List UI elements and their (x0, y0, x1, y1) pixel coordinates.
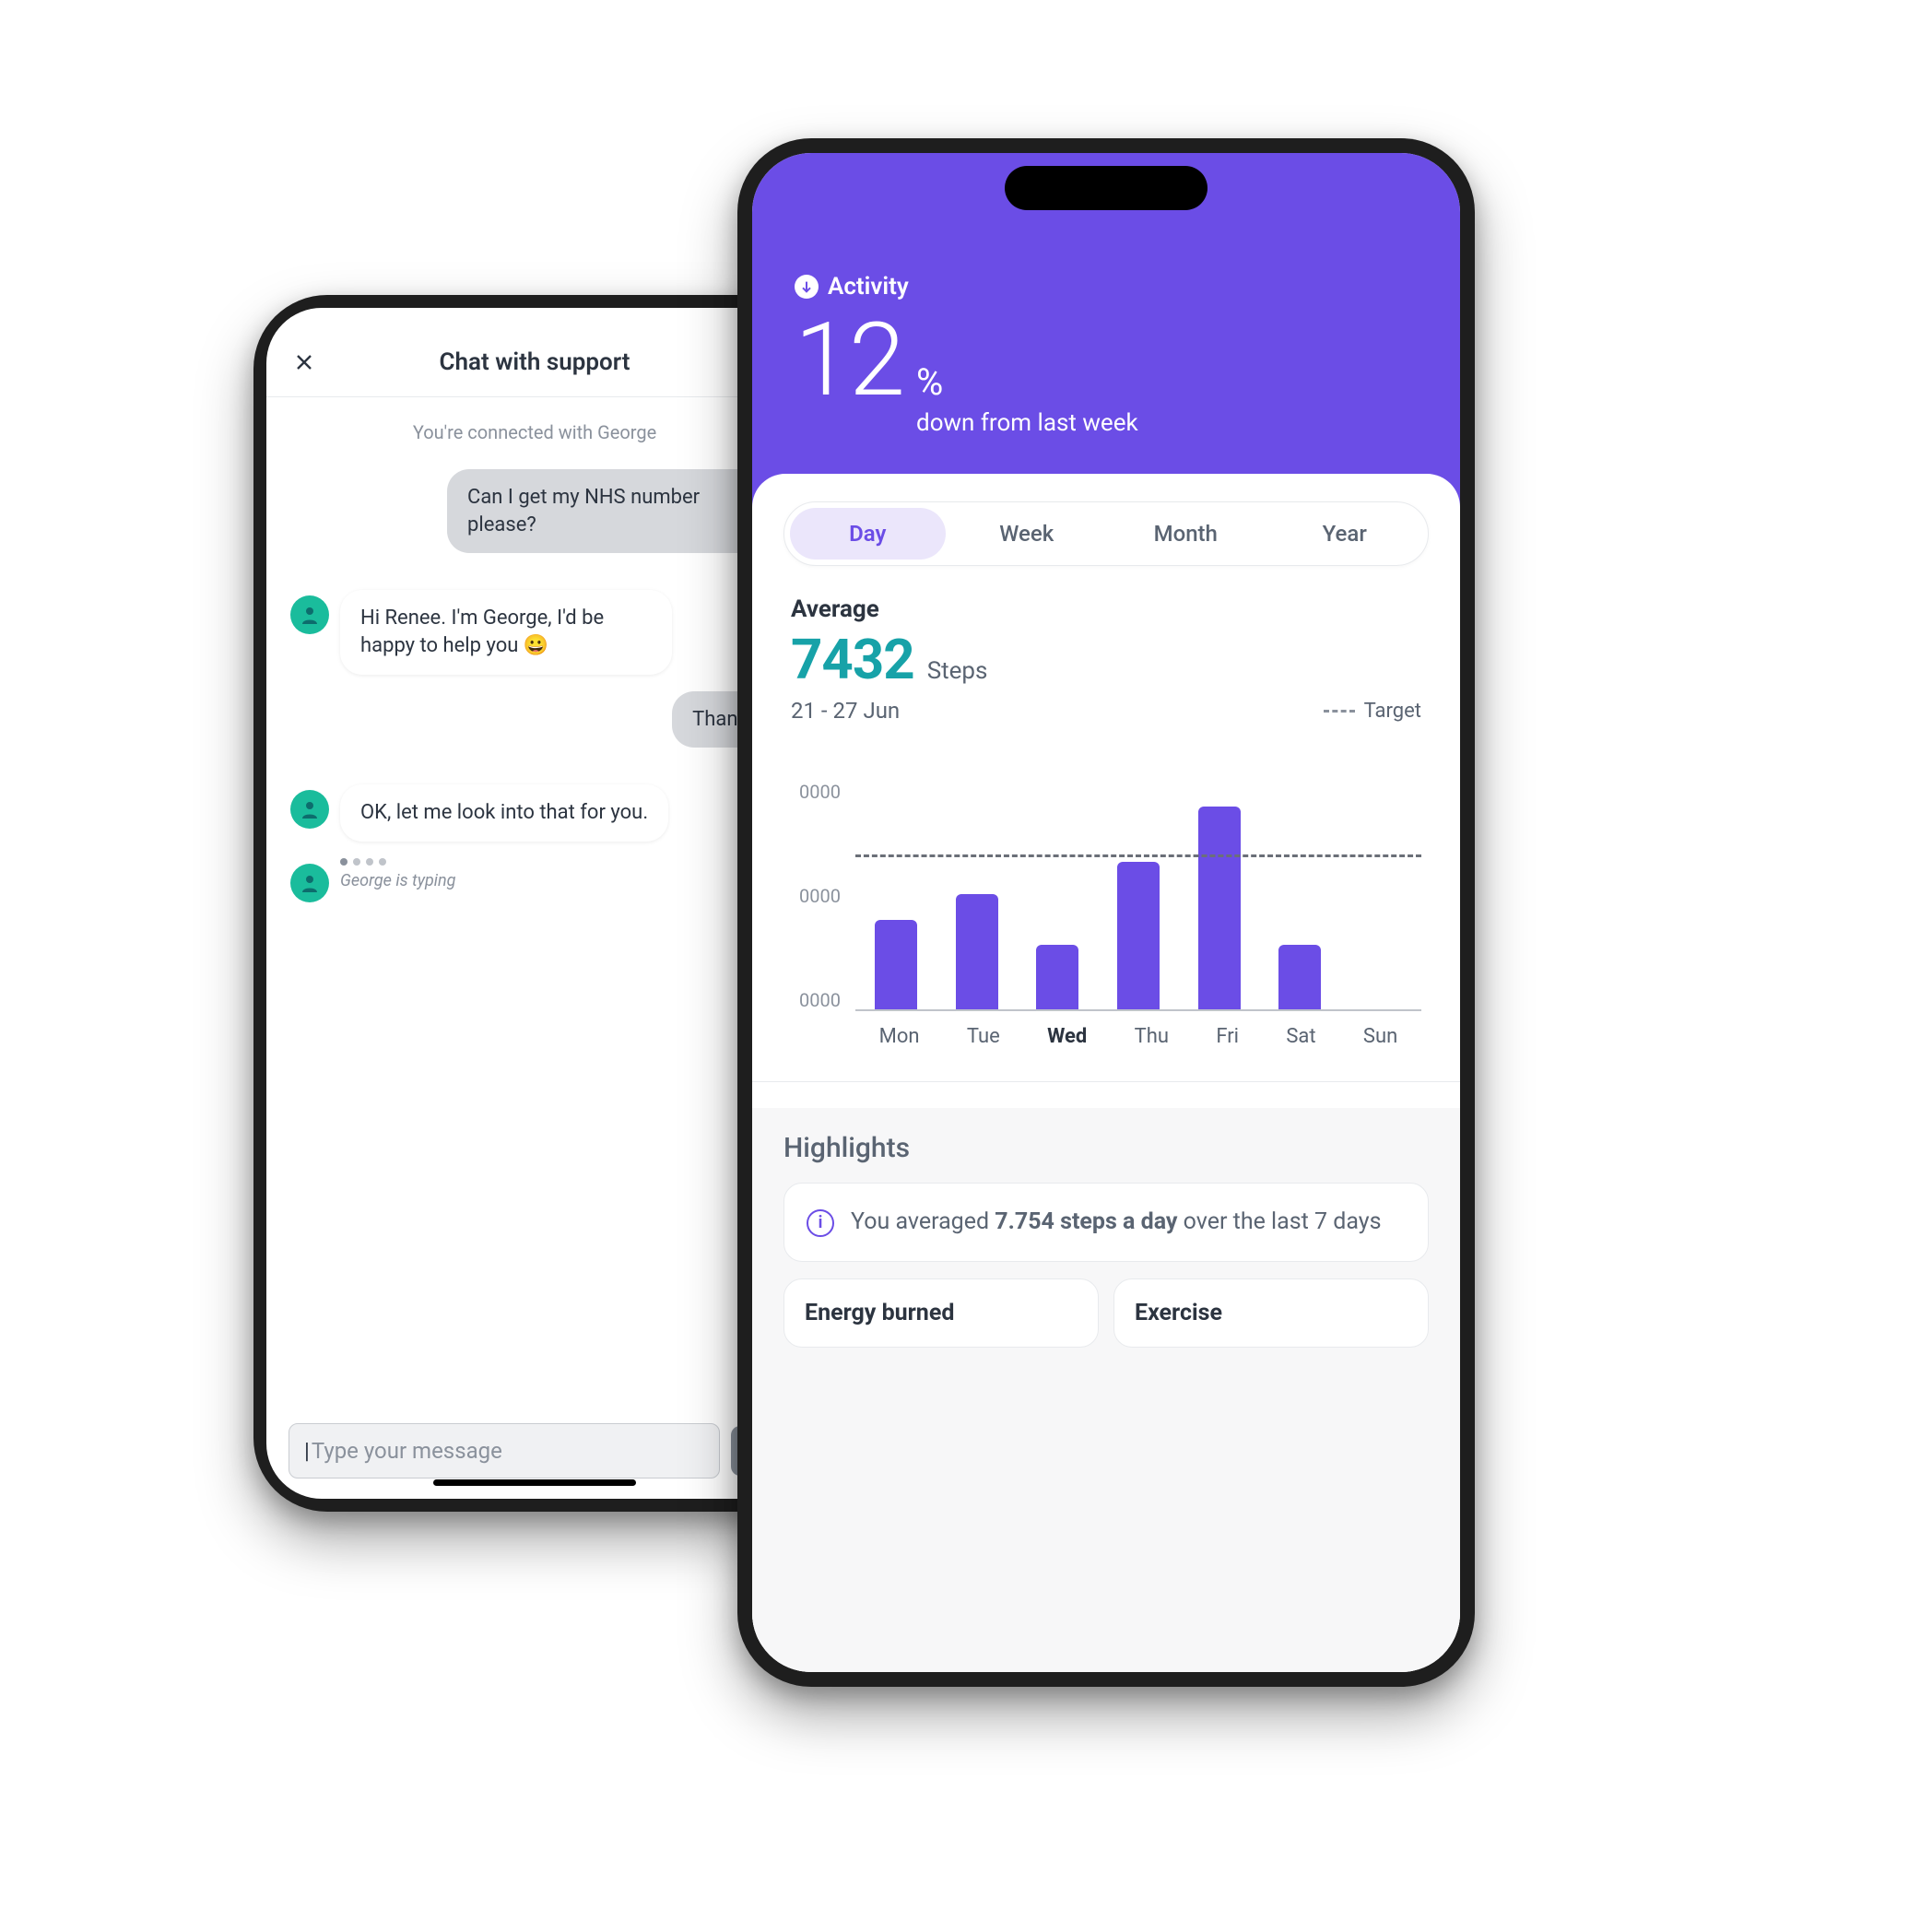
target-legend: Target (1324, 700, 1421, 723)
hero-percent-value: 12 (795, 310, 903, 411)
chart-x-label: Sun (1363, 1025, 1397, 1048)
chat-title: Chat with support (318, 348, 751, 376)
message-out: Can I get my NHS number please? (290, 469, 779, 573)
message-out: Thanks (290, 691, 779, 769)
steps-bar-chart: 0000 0000 0000 Mon Tue Wed Thu Fri Sat Sun (791, 781, 1421, 1048)
target-legend-label: Target (1364, 700, 1421, 723)
typing-dots-icon (340, 858, 456, 866)
agent-avatar (290, 790, 329, 829)
chart-bar (1198, 807, 1241, 1009)
chart-x-label: Tue (967, 1025, 1000, 1048)
message-bubble: Can I get my NHS number please? (447, 469, 779, 553)
chart-x-label: Wed (1047, 1025, 1087, 1048)
chart-bar (1117, 862, 1160, 1009)
message-input[interactable]: |Type your message (289, 1423, 720, 1478)
close-icon[interactable] (290, 348, 318, 376)
chart-bar (875, 920, 917, 1009)
typing-label: George is typing (340, 871, 456, 890)
date-range: 21 - 27 Jun (791, 698, 900, 724)
highlight-text: You averaged 7.754 steps a day over the … (851, 1206, 1382, 1239)
phone-chat: Chat with support You're connected with … (253, 295, 816, 1512)
chart-y-label: 0000 (791, 989, 841, 1011)
message-bubble: OK, let me look into that for you. (340, 784, 668, 842)
tab-week[interactable]: Week (949, 508, 1105, 560)
tab-day[interactable]: Day (790, 508, 946, 560)
trend-down-icon (795, 275, 819, 299)
message-in: OK, let me look into that for you. (290, 784, 779, 842)
hero-label: Activity (828, 273, 909, 300)
highlight-card: i You averaged 7.754 steps a day over th… (783, 1183, 1429, 1262)
tab-year[interactable]: Year (1267, 508, 1423, 560)
chart-x-label: Sat (1286, 1025, 1315, 1048)
info-icon: i (807, 1209, 834, 1237)
chart-x-label: Thu (1135, 1025, 1169, 1048)
chart-y-label: 0000 (791, 885, 841, 907)
home-indicator (433, 1479, 636, 1486)
message-input-placeholder: Type your message (312, 1438, 502, 1464)
average-value: 7432 (791, 627, 914, 692)
tab-month[interactable]: Month (1108, 508, 1264, 560)
card-energy-burned[interactable]: Energy burned (783, 1278, 1099, 1348)
card-exercise[interactable]: Exercise (1113, 1278, 1429, 1348)
chart-bar (1278, 945, 1321, 1009)
typing-indicator: George is typing (290, 858, 779, 902)
chart-x-label: Fri (1216, 1025, 1239, 1048)
message-in: Hi Renee. I'm George, I'd be happy to he… (290, 590, 779, 674)
hero-percent-symbol: % (916, 360, 943, 404)
chat-header: Chat with support (266, 345, 803, 397)
chart-bar (1036, 945, 1078, 1009)
phone-activity: Activity 12 % down from last week Day We… (737, 138, 1475, 1687)
dynamic-island (1005, 166, 1208, 210)
chart-x-label: Mon (879, 1025, 920, 1048)
average-unit: Steps (927, 657, 988, 685)
target-line-icon (1324, 710, 1355, 713)
chat-body[interactable]: Can I get my NHS number please? Hi Renee… (266, 460, 803, 1410)
agent-avatar (290, 595, 329, 634)
chart-bar (956, 894, 998, 1009)
message-bubble: Hi Renee. I'm George, I'd be happy to he… (340, 590, 672, 674)
agent-avatar (290, 864, 329, 902)
period-segmented-control: Day Week Month Year (783, 501, 1429, 566)
hero-subtitle: down from last week (916, 409, 1138, 437)
divider (752, 1081, 1460, 1082)
chart-y-label: 0000 (791, 781, 841, 803)
highlights-title: Highlights (783, 1132, 1429, 1164)
chat-connection-status: You're connected with George (266, 397, 803, 460)
average-label: Average (791, 595, 1421, 623)
